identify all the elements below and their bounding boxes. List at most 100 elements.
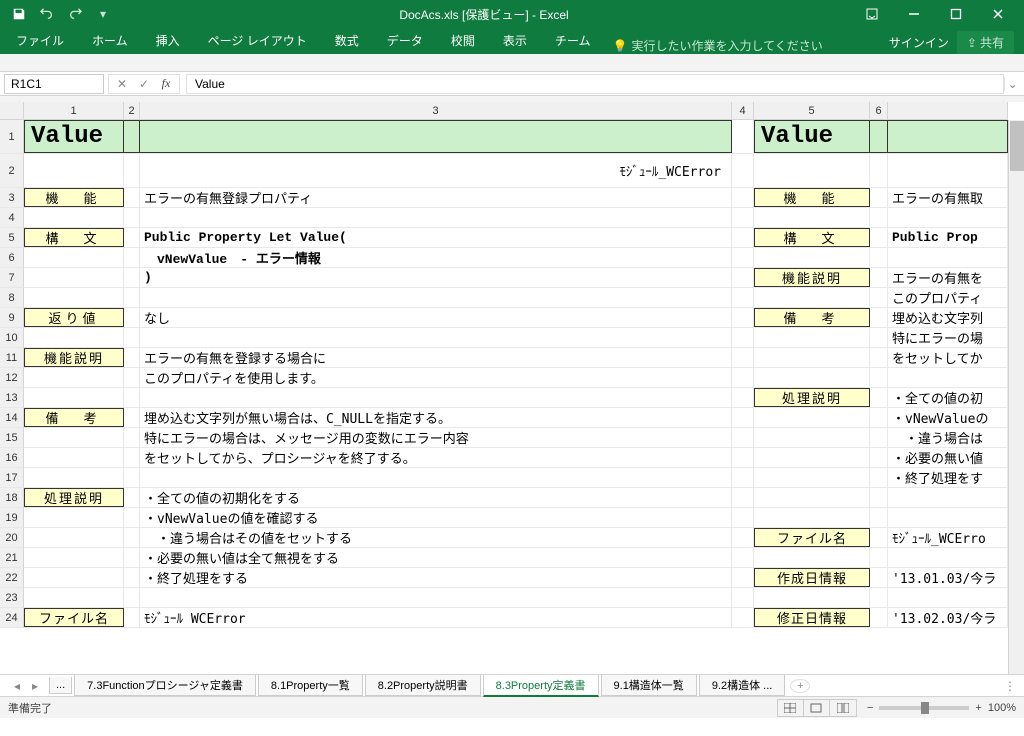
cell[interactable] xyxy=(24,288,124,307)
cell[interactable] xyxy=(124,488,140,507)
cell[interactable] xyxy=(754,288,870,307)
cell[interactable] xyxy=(732,268,754,287)
sheet-nav-prev-icon[interactable]: ◂ xyxy=(10,679,24,693)
cell[interactable]: ・全ての値の初 xyxy=(888,388,1008,407)
cell[interactable] xyxy=(888,548,1008,567)
cell[interactable]: Public Prop xyxy=(888,228,1008,247)
label-desc[interactable]: 機能説明 xyxy=(24,348,124,367)
cell[interactable] xyxy=(24,328,124,347)
row-header[interactable]: 17 xyxy=(0,468,24,488)
row-header[interactable]: 8 xyxy=(0,288,24,308)
cell[interactable] xyxy=(732,308,754,327)
row-header[interactable]: 9 xyxy=(0,308,24,328)
cell[interactable]: ﾓｼﾞｭｰﾙ WCError xyxy=(140,608,732,627)
cell[interactable] xyxy=(888,248,1008,267)
col-header[interactable] xyxy=(888,102,1008,119)
cell[interactable] xyxy=(124,608,140,627)
cell[interactable]: ・vNewValueの xyxy=(888,408,1008,427)
cell[interactable] xyxy=(24,208,124,227)
cell[interactable] xyxy=(870,428,888,447)
tell-me-box[interactable]: 💡 実行したい作業を入力してください xyxy=(604,37,880,54)
cell[interactable] xyxy=(754,428,870,447)
cell[interactable] xyxy=(124,548,140,567)
grid[interactable]: Value Value ﾓｼﾞｭｰﾙ_WCError 機 能 エラーの有無登録プ… xyxy=(24,120,1008,674)
cell[interactable] xyxy=(24,428,124,447)
cell[interactable] xyxy=(140,468,732,487)
cell[interactable] xyxy=(140,328,732,347)
label-modify-r[interactable]: 修正日情報 xyxy=(754,608,870,627)
cell[interactable] xyxy=(870,368,888,387)
label-func[interactable]: 機 能 xyxy=(24,188,124,207)
cell[interactable] xyxy=(732,448,754,467)
cell[interactable] xyxy=(870,188,888,207)
cell[interactable] xyxy=(124,528,140,547)
cell[interactable] xyxy=(870,120,888,153)
cell[interactable] xyxy=(732,568,754,587)
cell[interactable] xyxy=(870,154,888,187)
cell[interactable] xyxy=(754,248,870,267)
cell[interactable] xyxy=(140,388,732,407)
cell[interactable]: をセットしてか xyxy=(888,348,1008,367)
sheet-tab[interactable]: 7.3Functionプロシージャ定義書 xyxy=(74,675,256,696)
cell[interactable]: なし xyxy=(140,308,732,327)
cell[interactable]: ・違う場合は xyxy=(888,428,1008,447)
cell[interactable]: このプロパティを使用します。 xyxy=(140,368,732,387)
row-header[interactable]: 5 xyxy=(0,228,24,248)
cell[interactable] xyxy=(732,608,754,627)
view-normal-icon[interactable] xyxy=(778,700,804,716)
cell[interactable] xyxy=(888,368,1008,387)
cell[interactable]: ・必要の無い値は全て無視をする xyxy=(140,548,732,567)
zoom-thumb[interactable] xyxy=(921,702,929,714)
cell[interactable] xyxy=(124,268,140,287)
view-pagebreak-icon[interactable] xyxy=(830,700,856,716)
cell[interactable] xyxy=(124,468,140,487)
label-return[interactable]: 返り値 xyxy=(24,308,124,327)
cell[interactable] xyxy=(754,468,870,487)
select-all-corner[interactable] xyxy=(0,102,24,120)
sheet-tab-active[interactable]: 8.3Property定義書 xyxy=(483,675,599,697)
row-header[interactable]: 7 xyxy=(0,268,24,288)
row-header[interactable]: 18 xyxy=(0,488,24,508)
cell[interactable] xyxy=(754,328,870,347)
cell[interactable] xyxy=(870,448,888,467)
row-header[interactable]: 15 xyxy=(0,428,24,448)
cell[interactable] xyxy=(754,488,870,507)
cell[interactable] xyxy=(124,248,140,267)
label-process[interactable]: 処理説明 xyxy=(24,488,124,507)
cell[interactable] xyxy=(870,268,888,287)
cell[interactable] xyxy=(732,348,754,367)
label-syntax-r[interactable]: 構 文 xyxy=(754,228,870,247)
cell[interactable] xyxy=(732,288,754,307)
zoom-in-button[interactable]: + xyxy=(975,702,981,714)
cell[interactable]: ﾓｼﾞｭｰﾙ_WCErro xyxy=(888,528,1008,547)
qat-customize-icon[interactable]: ▾ xyxy=(90,3,116,25)
row-header[interactable]: 23 xyxy=(0,588,24,608)
tab-home[interactable]: ホーム xyxy=(78,27,142,54)
row-header[interactable]: 1 xyxy=(0,120,24,154)
row-header[interactable]: 20 xyxy=(0,528,24,548)
cell[interactable] xyxy=(124,368,140,387)
cell[interactable] xyxy=(732,488,754,507)
formula-input[interactable] xyxy=(186,74,1004,94)
cell[interactable] xyxy=(732,548,754,567)
fx-icon[interactable]: fx xyxy=(157,76,175,91)
cell[interactable] xyxy=(870,348,888,367)
undo-icon[interactable] xyxy=(34,3,60,25)
minimize-button[interactable] xyxy=(894,3,934,25)
tab-team[interactable]: チーム xyxy=(541,27,605,54)
col-header[interactable]: 6 xyxy=(870,102,888,119)
sheet-tab[interactable]: 8.1Property一覧 xyxy=(258,675,363,696)
cell[interactable] xyxy=(24,508,124,527)
row-header[interactable]: 2 xyxy=(0,154,24,188)
cell[interactable]: ・違う場合はその値をセットする xyxy=(140,528,732,547)
row-header[interactable]: 10 xyxy=(0,328,24,348)
label-process-r[interactable]: 処理説明 xyxy=(754,388,870,407)
cell[interactable] xyxy=(870,248,888,267)
label-create-r[interactable]: 作成日情報 xyxy=(754,568,870,587)
zoom-level[interactable]: 100% xyxy=(988,702,1016,714)
cell[interactable] xyxy=(24,368,124,387)
cell[interactable] xyxy=(24,588,124,607)
cell[interactable] xyxy=(140,288,732,307)
sheet-tab[interactable]: 8.2Property説明書 xyxy=(365,675,481,696)
cell[interactable]: '13.02.03/今ラ xyxy=(888,608,1008,627)
